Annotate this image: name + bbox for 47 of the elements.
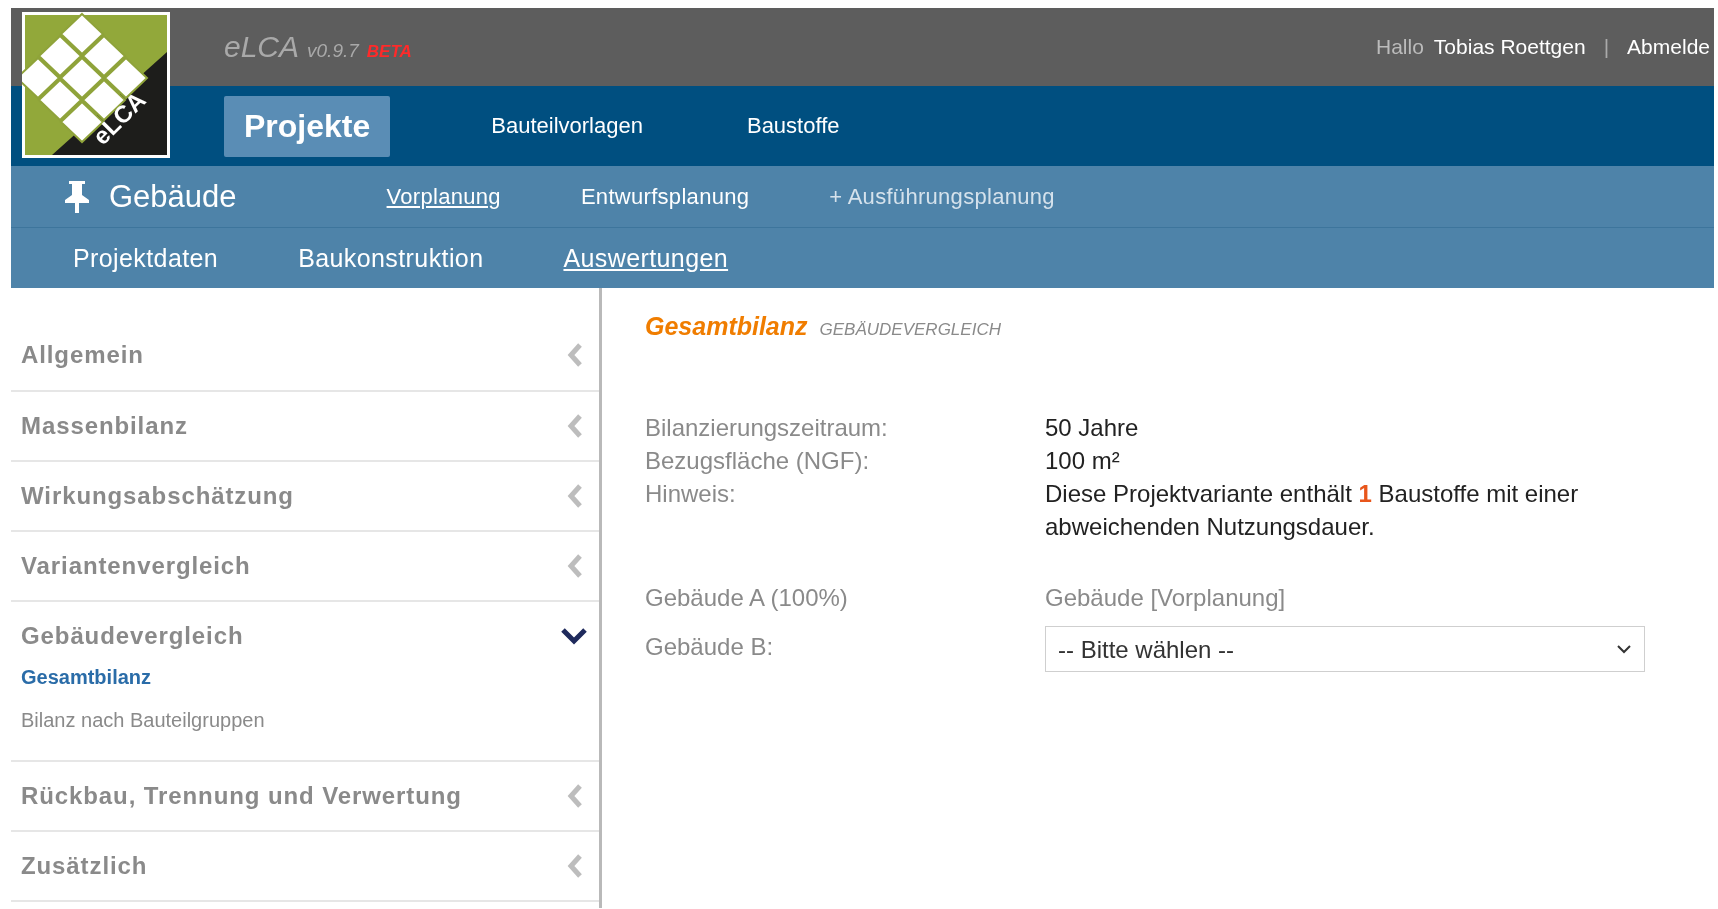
nav-tab[interactable]: Projekte — [224, 95, 391, 157]
building-select[interactable]: -- Bitte wählen -- — [1045, 626, 1645, 672]
field-label: Bezugsfläche (NGF): — [645, 446, 871, 476]
user-name: Tobias Roettgen — [1433, 35, 1586, 59]
nav-tab[interactable]: Bauteilvorlagen — [491, 113, 693, 139]
nav-tab[interactable]: Baustoffe — [746, 113, 890, 139]
chevron-left-icon[interactable] — [567, 343, 583, 367]
field-value: 50 Jahre — [1045, 413, 1140, 443]
caret-icon — [1616, 644, 1632, 654]
field-value: Diese Projektvariante enthält 1 Baustoffe mit einer abweichenden Nutzungsdauer. — [1045, 479, 1580, 542]
sidebar-subitem[interactable]: Gesamtbilanz — [21, 666, 152, 689]
chevron-left-icon[interactable] — [567, 554, 583, 578]
logout-link[interactable]: Abmelde — [1627, 35, 1710, 59]
sidebar-item[interactable]: Allgemein — [21, 341, 144, 369]
sidebar-item[interactable]: Zusätzlich — [21, 852, 148, 880]
phase-link[interactable]: Entwurfsplanung — [580, 183, 750, 210]
sidebar-item[interactable]: Variantenvergleich — [21, 552, 251, 580]
chevron-left-icon[interactable] — [567, 854, 583, 878]
pin-icon[interactable] — [63, 179, 91, 214]
section-tab[interactable]: Baukonstruktion — [298, 243, 484, 273]
chevron-left-icon[interactable] — [567, 484, 583, 508]
field-label: Bilanzierungszeitraum: — [645, 413, 889, 443]
field-label: Hinweis: — [645, 479, 737, 509]
field-value: 100 m² — [1045, 446, 1121, 476]
phase-link[interactable]: Vorplanung — [386, 183, 501, 210]
project-title: Gebäude — [109, 178, 237, 215]
page-title: Gesamtbilanz — [645, 312, 808, 341]
chevron-left-icon[interactable] — [567, 414, 583, 438]
section-tab[interactable]: Projektdaten — [73, 243, 219, 273]
field-label: Gebäude A (100%) — [645, 583, 849, 613]
sidebar-subitem[interactable]: Bilanz nach Bauteilgruppen — [21, 709, 265, 732]
chevron-left-icon[interactable] — [567, 784, 583, 808]
separator: | — [1603, 35, 1610, 59]
app-version: v0.9.7 — [307, 40, 359, 62]
beta-label: BETA — [366, 42, 412, 62]
greeting: Hallo — [1376, 35, 1424, 59]
sidebar-item[interactable]: Wirkungsabschätzung — [21, 482, 294, 510]
add-phase-link[interactable]: + Ausführungsplanung — [829, 183, 1055, 210]
page-subtitle: GEBÄUDEVERGLEICH — [819, 320, 1001, 340]
app-name: eLCA — [224, 30, 300, 64]
chevron-down-icon[interactable] — [561, 627, 587, 645]
section-tab[interactable]: Auswertungen — [563, 243, 729, 273]
sidebar-item[interactable]: Rückbau, Trennung und Verwertung — [21, 782, 462, 810]
sidebar-item[interactable]: Gebäudevergleich — [21, 622, 244, 650]
sidebar-item[interactable]: Massenbilanz — [21, 412, 188, 440]
field-label: Gebäude B: — [645, 632, 775, 662]
building-name: Gebäude [Vorplanung] — [1045, 583, 1287, 613]
